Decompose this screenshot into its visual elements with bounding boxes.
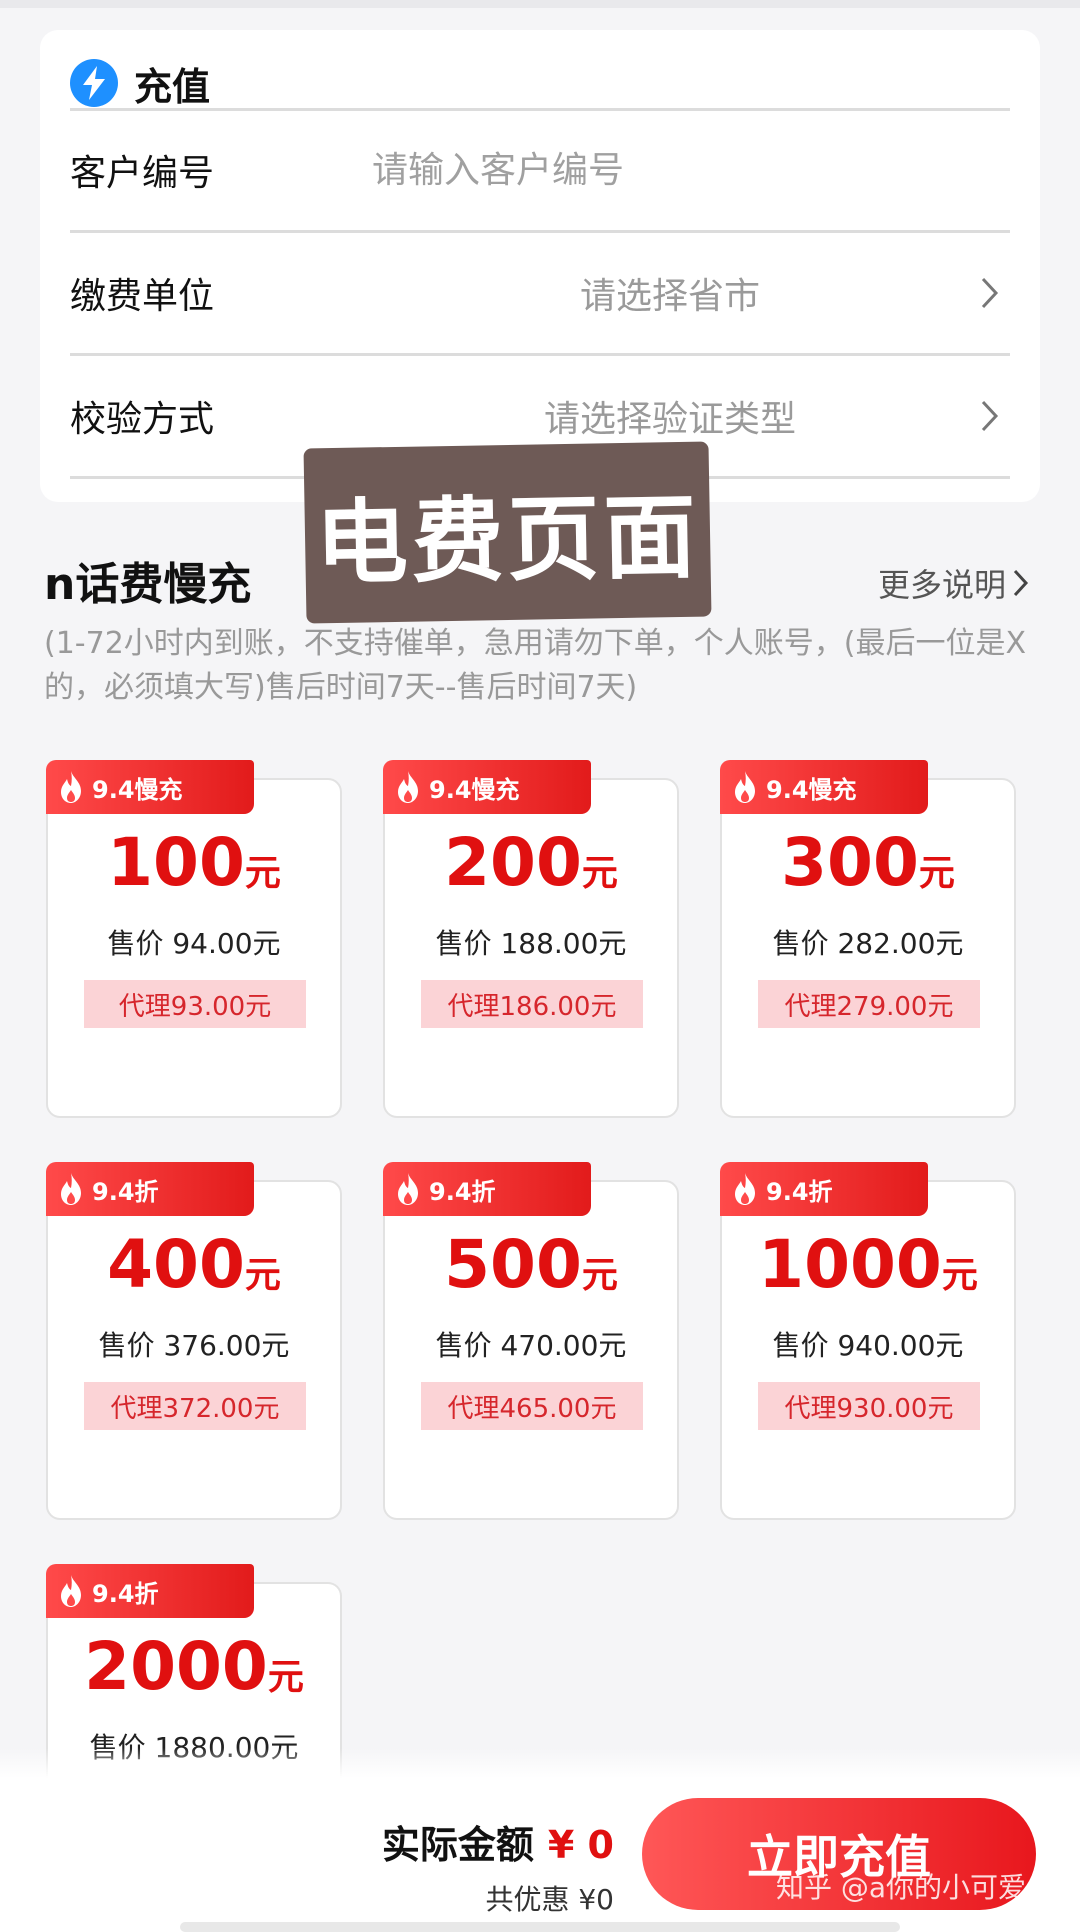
sale-price: 售价 94.00元 — [107, 927, 281, 960]
top-strip — [0, 0, 1080, 8]
face-value-unit: 元 — [581, 1255, 618, 1296]
discount-text: 共优惠 ¥0 — [485, 1883, 614, 1916]
sale-price: 售价 282.00元 — [772, 927, 964, 960]
flame-icon — [730, 1172, 760, 1206]
customer-id-row: 客户编号 — [70, 110, 1010, 230]
agent-price: 代理279.00元 — [758, 980, 980, 1028]
flame-icon — [56, 1574, 86, 1608]
chevron-right-icon — [1013, 569, 1029, 597]
agent-price: 代理93.00元 — [84, 980, 306, 1028]
product-card[interactable]: 9.4折 500元售价 470.00元代理465.00元 — [383, 1162, 679, 1520]
face-value-unit: 元 — [918, 853, 955, 894]
lightning-icon — [70, 59, 118, 107]
face-value-number: 2000 — [84, 1628, 268, 1705]
agent-price: 代理186.00元 — [421, 980, 643, 1028]
customer-id-input[interactable] — [370, 148, 934, 192]
face-value: 1000元 — [722, 1226, 1014, 1303]
discount-tag: 9.4慢充 — [46, 760, 254, 814]
bottom-bar: 实际金额 ¥ 0 共优惠 ¥0 立即充值 — [0, 1748, 1080, 1932]
tag-label: 9.4折 — [92, 1579, 159, 1608]
face-value: 500元 — [385, 1226, 677, 1303]
face-value-unit: 元 — [267, 1657, 304, 1698]
face-value: 200元 — [385, 824, 677, 901]
sale-price: 售价 376.00元 — [98, 1329, 290, 1362]
tag-label: 9.4折 — [429, 1177, 496, 1206]
section-description: (1-72小时内到账，不支持催单，急用请勿下单，个人账号，(最后一位是X的，必须… — [44, 626, 1027, 705]
agent-price: 代理372.00元 — [84, 1382, 306, 1430]
flame-icon — [56, 1172, 86, 1206]
face-value-unit: 元 — [244, 853, 281, 894]
agent-price: 代理465.00元 — [421, 1382, 643, 1430]
verification-select[interactable]: 请选择验证类型 — [370, 390, 970, 442]
discount-tag: 9.4折 — [46, 1564, 254, 1618]
face-value-number: 100 — [107, 824, 245, 901]
tag-label: 9.4慢充 — [92, 775, 183, 804]
more-info-label: 更多说明 — [877, 566, 1006, 604]
chevron-right-icon[interactable] — [970, 273, 1010, 313]
face-value-number: 200 — [444, 824, 582, 901]
verification-label: 校验方式 — [70, 399, 215, 440]
product-card[interactable]: 9.4慢充 200元售价 188.00元代理186.00元 — [383, 760, 679, 1118]
total-value: ¥ 0 — [547, 1823, 614, 1867]
discount-tag: 9.4慢充 — [383, 760, 591, 814]
tag-label: 9.4折 — [92, 1177, 159, 1206]
sticker-text: 电费页面 — [314, 483, 701, 598]
total-label: 实际金额 — [381, 1823, 534, 1867]
product-card[interactable]: 9.4慢充 300元售价 282.00元代理279.00元 — [720, 760, 1016, 1118]
tag-label: 9.4慢充 — [766, 775, 857, 804]
flame-icon — [56, 770, 86, 804]
face-value: 300元 — [722, 824, 1014, 901]
face-value-unit: 元 — [581, 853, 618, 894]
tag-label: 9.4慢充 — [429, 775, 520, 804]
agent-price: 代理930.00元 — [758, 1382, 980, 1430]
flame-icon — [393, 1172, 423, 1206]
payment-unit-row[interactable]: 缴费单位 请选择省市 — [70, 233, 1010, 353]
product-card[interactable]: 9.4慢充 100元售价 94.00元代理93.00元 — [46, 760, 342, 1118]
more-info-link[interactable]: 更多说明 — [878, 560, 1030, 606]
form-title: 充值 — [134, 64, 211, 109]
page-label-sticker: 电费页面 — [303, 441, 712, 624]
watermark-credit: 知乎 @a你的小可爱 — [776, 1871, 1027, 1904]
customer-id-label: 客户编号 — [70, 153, 215, 194]
product-card[interactable]: 9.4折 400元售价 376.00元代理372.00元 — [46, 1162, 342, 1520]
payment-unit-label: 缴费单位 — [70, 276, 215, 317]
product-card[interactable]: 9.4折 1000元售价 940.00元代理930.00元 — [720, 1162, 1016, 1520]
chevron-right-icon[interactable] — [970, 396, 1010, 436]
discount-tag: 9.4折 — [46, 1162, 254, 1216]
total-line: 实际金额 ¥ 0 — [382, 1814, 614, 1869]
flame-icon — [393, 770, 423, 804]
payment-unit-select[interactable]: 请选择省市 — [370, 267, 970, 319]
face-value-number: 1000 — [758, 1226, 942, 1303]
sale-price: 售价 188.00元 — [435, 927, 627, 960]
recharge-form-card: 充值 客户编号 缴费单位 请选择省市 校验方式 请选择验证类型 — [40, 30, 1040, 502]
discount-tag: 9.4慢充 — [720, 760, 928, 814]
tag-label: 9.4折 — [766, 1177, 833, 1206]
face-value-number: 300 — [781, 824, 919, 901]
face-value-unit: 元 — [941, 1255, 978, 1296]
face-value: 2000元 — [48, 1628, 340, 1705]
home-indicator — [180, 1922, 900, 1932]
sale-price: 售价 940.00元 — [772, 1329, 964, 1362]
sale-price: 售价 470.00元 — [435, 1329, 627, 1362]
face-value: 400元 — [48, 1226, 340, 1303]
discount-tag: 9.4折 — [720, 1162, 928, 1216]
flame-icon — [730, 770, 760, 804]
face-value-number: 400 — [107, 1226, 245, 1303]
section-title: n话费慢充 — [44, 559, 252, 610]
discount-tag: 9.4折 — [383, 1162, 591, 1216]
face-value-unit: 元 — [244, 1255, 281, 1296]
face-value-number: 500 — [444, 1226, 582, 1303]
face-value: 100元 — [48, 824, 340, 901]
